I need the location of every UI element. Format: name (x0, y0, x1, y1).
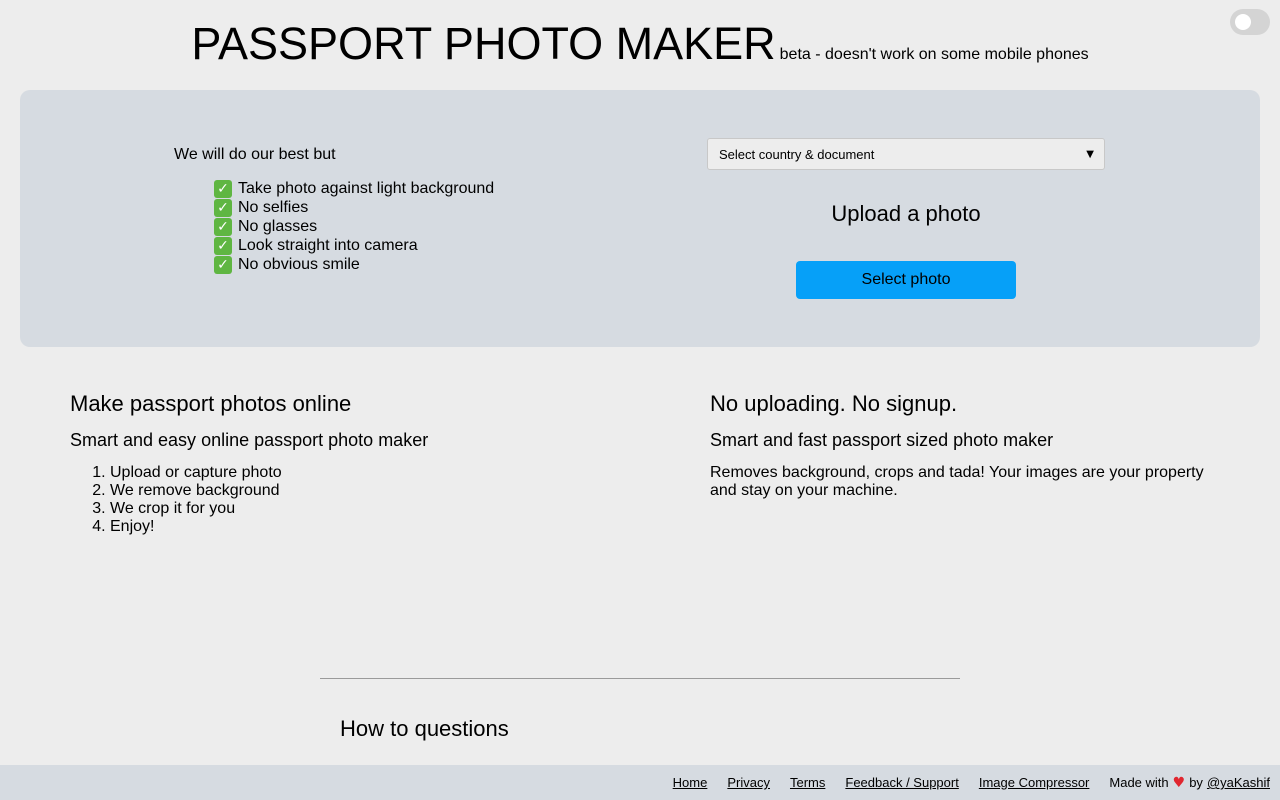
select-value: Select country & document (719, 146, 875, 162)
footer: Home Privacy Terms Feedback / Support Im… (0, 765, 1280, 800)
by-label: by (1189, 775, 1203, 790)
chevron-down-icon: ▼ (1086, 148, 1094, 160)
footer-link-terms[interactable]: Terms (790, 775, 825, 790)
check-mark-icon: ✓ (214, 198, 232, 217)
tip-label: Look straight into camera (238, 237, 418, 254)
check-mark-icon: ✓ (214, 217, 232, 236)
info-right-subheading: Smart and fast passport sized photo make… (710, 430, 1054, 450)
upload-heading: Upload a photo (831, 201, 981, 226)
step-item: We crop it for you (110, 500, 590, 518)
check-mark-icon: ✓ (214, 179, 232, 198)
author-link[interactable]: @yaKashif (1207, 775, 1270, 790)
tip-item: ✓ Take photo against light background (214, 179, 494, 198)
info-left-heading: Make passport photos online (70, 391, 352, 416)
check-mark-icon: ✓ (214, 255, 232, 274)
tip-item: ✓ No obvious smile (214, 255, 494, 274)
footer-link-feedback[interactable]: Feedback / Support (845, 775, 958, 790)
page-header: PASSPORT PHOTO MAKER beta - doesn't work … (0, 18, 1280, 70)
tip-label: No selfies (238, 199, 309, 216)
info-left-subheading: Smart and easy online passport photo mak… (70, 430, 429, 450)
upload-panel: We will do our best but ✓ Take photo agai… (20, 90, 1260, 347)
info-right-heading: No uploading. No signup. (710, 391, 958, 416)
info-right-text: Removes background, crops and tada! Your… (710, 464, 1204, 499)
step-item: Enjoy! (110, 518, 590, 536)
beta-note: beta - doesn't work on some mobile phone… (779, 46, 1089, 63)
made-with: Made with ♥ by @yaKashif (1109, 775, 1270, 791)
select-photo-button[interactable]: Select photo (796, 261, 1016, 299)
tip-item: ✓ No glasses (214, 217, 494, 236)
step-item: Upload or capture photo (110, 464, 590, 482)
made-with-label: Made with (1109, 775, 1169, 790)
heart-icon: ♥ (1172, 774, 1186, 791)
tip-label: No glasses (238, 218, 318, 235)
footer-link-home[interactable]: Home (673, 775, 708, 790)
tip-item: ✓ Look straight into camera (214, 236, 494, 255)
check-mark-icon: ✓ (214, 236, 232, 255)
tip-item: ✓ No selfies (214, 198, 494, 217)
country-document-select[interactable]: Select country & document ▼ (707, 138, 1105, 170)
tips-list: ✓ Take photo against light background ✓ No… (214, 179, 494, 274)
info-right: No uploading. No signup. Smart and fast … (710, 390, 1230, 500)
divider (320, 678, 960, 679)
howto-heading: How to questions (340, 716, 509, 741)
tip-label: No obvious smile (238, 256, 360, 273)
tip-label: Take photo against light background (238, 180, 495, 197)
page-title: PASSPORT PHOTO MAKER (191, 18, 776, 69)
intro-text: We will do our best but (174, 146, 336, 163)
info-left: Make passport photos online Smart and ea… (70, 390, 590, 536)
step-item: We remove background (110, 482, 590, 500)
footer-link-image-compressor[interactable]: Image Compressor (979, 775, 1090, 790)
steps-list: Upload or capture photo We remove backgr… (70, 464, 590, 536)
footer-link-privacy[interactable]: Privacy (727, 775, 770, 790)
